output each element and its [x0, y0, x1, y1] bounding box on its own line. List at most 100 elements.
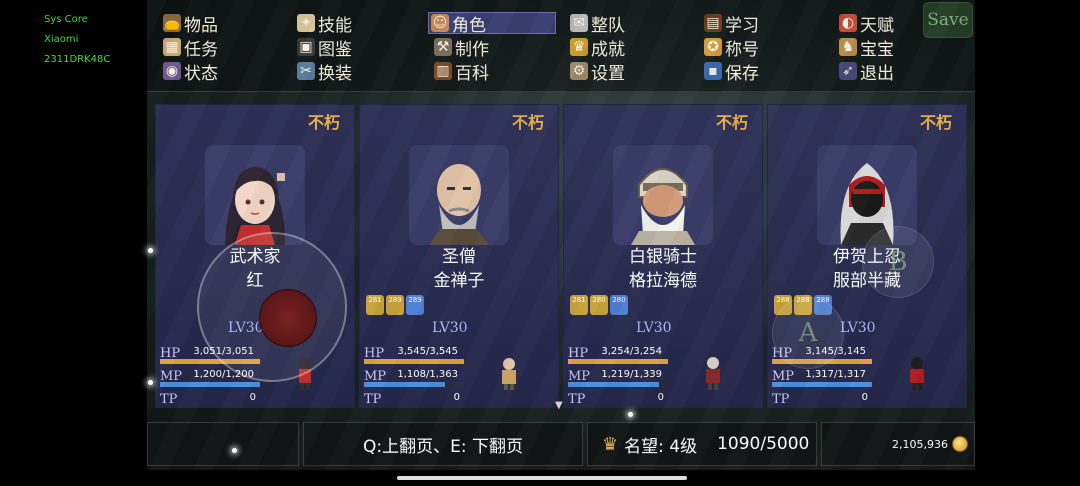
- scroll-down-icon[interactable]: ▼: [555, 400, 563, 411]
- hp-stat: HP 3,545/3,545: [364, 345, 554, 365]
- hp-stat: HP 3,254/3,254: [568, 345, 758, 365]
- hp-bar: [568, 359, 668, 364]
- skill-icon: ✦: [297, 14, 315, 32]
- mp-value: 1,108/1,363: [397, 369, 458, 380]
- mp-bar: [568, 382, 668, 387]
- quest-icon: ▦: [163, 38, 181, 56]
- buff-badge: 289: [386, 295, 404, 315]
- quick-save-button[interactable]: Save: [923, 2, 973, 38]
- menu-item-title[interactable]: ✪ 称号: [704, 36, 759, 60]
- mp-stat: MP 1,108/1,363: [364, 368, 554, 388]
- tp-value: 0: [453, 392, 460, 403]
- craft-icon: ⚒: [434, 38, 452, 56]
- tp-value: 0: [861, 392, 868, 403]
- menu-item-study[interactable]: ▤ 学习: [704, 12, 759, 36]
- buff-badge: 280: [590, 295, 608, 315]
- mp-bar: [364, 382, 464, 387]
- menu-item-status[interactable]: ◉ 状态: [163, 60, 218, 84]
- menu-item-items[interactable]: 👝 物品: [163, 12, 218, 36]
- buff-badge: 289: [406, 295, 424, 315]
- menu-item-achievement[interactable]: ♛ 成就: [570, 36, 625, 60]
- character-card[interactable]: 不朽 白银骑士 格拉海德 281 280 280 LV30 HP 3,254/3,: [563, 104, 763, 408]
- tp-value: 0: [657, 392, 664, 403]
- character-title: 不朽: [919, 113, 952, 132]
- character-sprite: [910, 357, 924, 390]
- character-portrait: [205, 145, 305, 245]
- menu-item-craft[interactable]: ⚒ 制作: [434, 36, 489, 60]
- system-line-1: Sys Core: [44, 14, 88, 25]
- level-value: 30: [653, 320, 672, 336]
- menu-item-talent[interactable]: ◐ 天赋: [839, 12, 894, 36]
- fame-label: 名望: 4级: [624, 436, 698, 457]
- outfit-icon: ✂: [297, 62, 315, 80]
- mp-stat: MP 1,219/1,339: [568, 368, 758, 388]
- exit-icon: ➶: [839, 62, 857, 80]
- action-button-b[interactable]: B: [862, 226, 934, 298]
- trophy-icon: ♛: [570, 38, 588, 56]
- menu-item-encyclopedia[interactable]: ▥ 百科: [434, 60, 489, 84]
- character-class: 圣僧: [442, 247, 476, 267]
- level-label: LV30: [840, 320, 876, 336]
- buff-badges: 281 289 289: [366, 295, 424, 315]
- tp-stat: TP 0: [160, 392, 256, 407]
- formation-icon: ✉: [570, 14, 588, 32]
- action-button-a[interactable]: A: [772, 297, 844, 369]
- character-portrait: [613, 145, 713, 245]
- hp-value: 3,254/3,254: [601, 346, 662, 357]
- buff-badge: 281: [366, 295, 384, 315]
- tp-value: 0: [249, 392, 256, 403]
- status-icon: ◉: [163, 62, 181, 80]
- mp-value: 1,219/1,339: [601, 369, 662, 380]
- character-icon: ☺: [431, 14, 449, 32]
- gold-panel: 2,105,936: [821, 422, 975, 466]
- medal-icon: ✪: [704, 38, 722, 56]
- menu-item-quest[interactable]: ▦ 任务: [163, 36, 218, 60]
- system-line-2: Xiaomi: [44, 34, 79, 45]
- character-class: 白银骑士: [629, 247, 697, 267]
- menu-item-outfit[interactable]: ✂ 换装: [297, 60, 352, 84]
- menu-item-pet[interactable]: ♞ 宝宝: [839, 36, 894, 60]
- menu-item-codex[interactable]: ▣ 图鉴: [297, 36, 352, 60]
- menu-item-settings[interactable]: ⚙ 设置: [570, 60, 625, 84]
- main-menu: 👝 物品 ✦ 技能 ☺ 角色 ✉ 整队 ▤ 学习 ◐ 天赋 ▦ 任务 ▣ 图鉴 ⚒ 制作 ♛ 成就 …: [147, 0, 975, 92]
- talent-icon: ◐: [839, 14, 857, 32]
- buff-badge: 281: [570, 295, 588, 315]
- home-indicator[interactable]: [397, 476, 687, 480]
- fame-panel: ♛ 名望: 4级 1090/5000: [587, 422, 817, 466]
- buff-badges: 281 280 280: [570, 295, 628, 315]
- sparkle-particle: [628, 412, 633, 417]
- level-label: LV30: [432, 320, 468, 336]
- menu-item-formation[interactable]: ✉ 整队: [570, 12, 625, 36]
- mp-stat: MP 1,317/1,317: [772, 368, 962, 388]
- character-sprite: [502, 358, 516, 390]
- character-title: 不朽: [307, 113, 340, 132]
- sparkle-particle: [148, 380, 153, 385]
- buff-badge: 280: [610, 295, 628, 315]
- fame-progress: 1090/5000: [717, 434, 810, 454]
- mp-bar: [160, 382, 260, 387]
- menu-item-exit[interactable]: ➶ 退出: [839, 60, 894, 84]
- codex-icon: ▣: [297, 38, 315, 56]
- menu-item-save[interactable]: ▪ 保存: [704, 60, 759, 84]
- level-value: 30: [857, 320, 876, 336]
- hp-bar: [364, 359, 464, 364]
- bottom-bar: Q:上翻页、E: 下翻页 ♛ 名望: 4级 1090/5000 2,105,93…: [147, 418, 975, 468]
- encyclopedia-icon: ▥: [434, 62, 452, 80]
- menu-item-character[interactable]: ☺ 角色: [428, 12, 556, 36]
- coin-icon: [952, 436, 968, 452]
- crown-icon: ♛: [602, 433, 619, 455]
- bag-icon: 👝: [163, 14, 181, 32]
- sparkle-particle: [232, 448, 237, 453]
- mp-bar: [772, 382, 872, 387]
- menu-item-skills[interactable]: ✦ 技能: [297, 12, 352, 36]
- tp-stat: TP 0: [772, 392, 868, 407]
- mp-value: 1,317/1,317: [805, 369, 866, 380]
- joystick-knob[interactable]: [259, 289, 317, 347]
- sparkle-particle: [148, 248, 153, 253]
- tp-stat: TP 0: [364, 392, 460, 407]
- hp-value: 3,545/3,545: [397, 346, 458, 357]
- character-card[interactable]: 不朽 圣僧 金禅子 281 289 289 LV30 HP 3,545/3,545: [359, 104, 559, 408]
- character-sprite: [706, 357, 720, 390]
- gear-icon: ⚙: [570, 62, 588, 80]
- level-label: LV30: [636, 320, 672, 336]
